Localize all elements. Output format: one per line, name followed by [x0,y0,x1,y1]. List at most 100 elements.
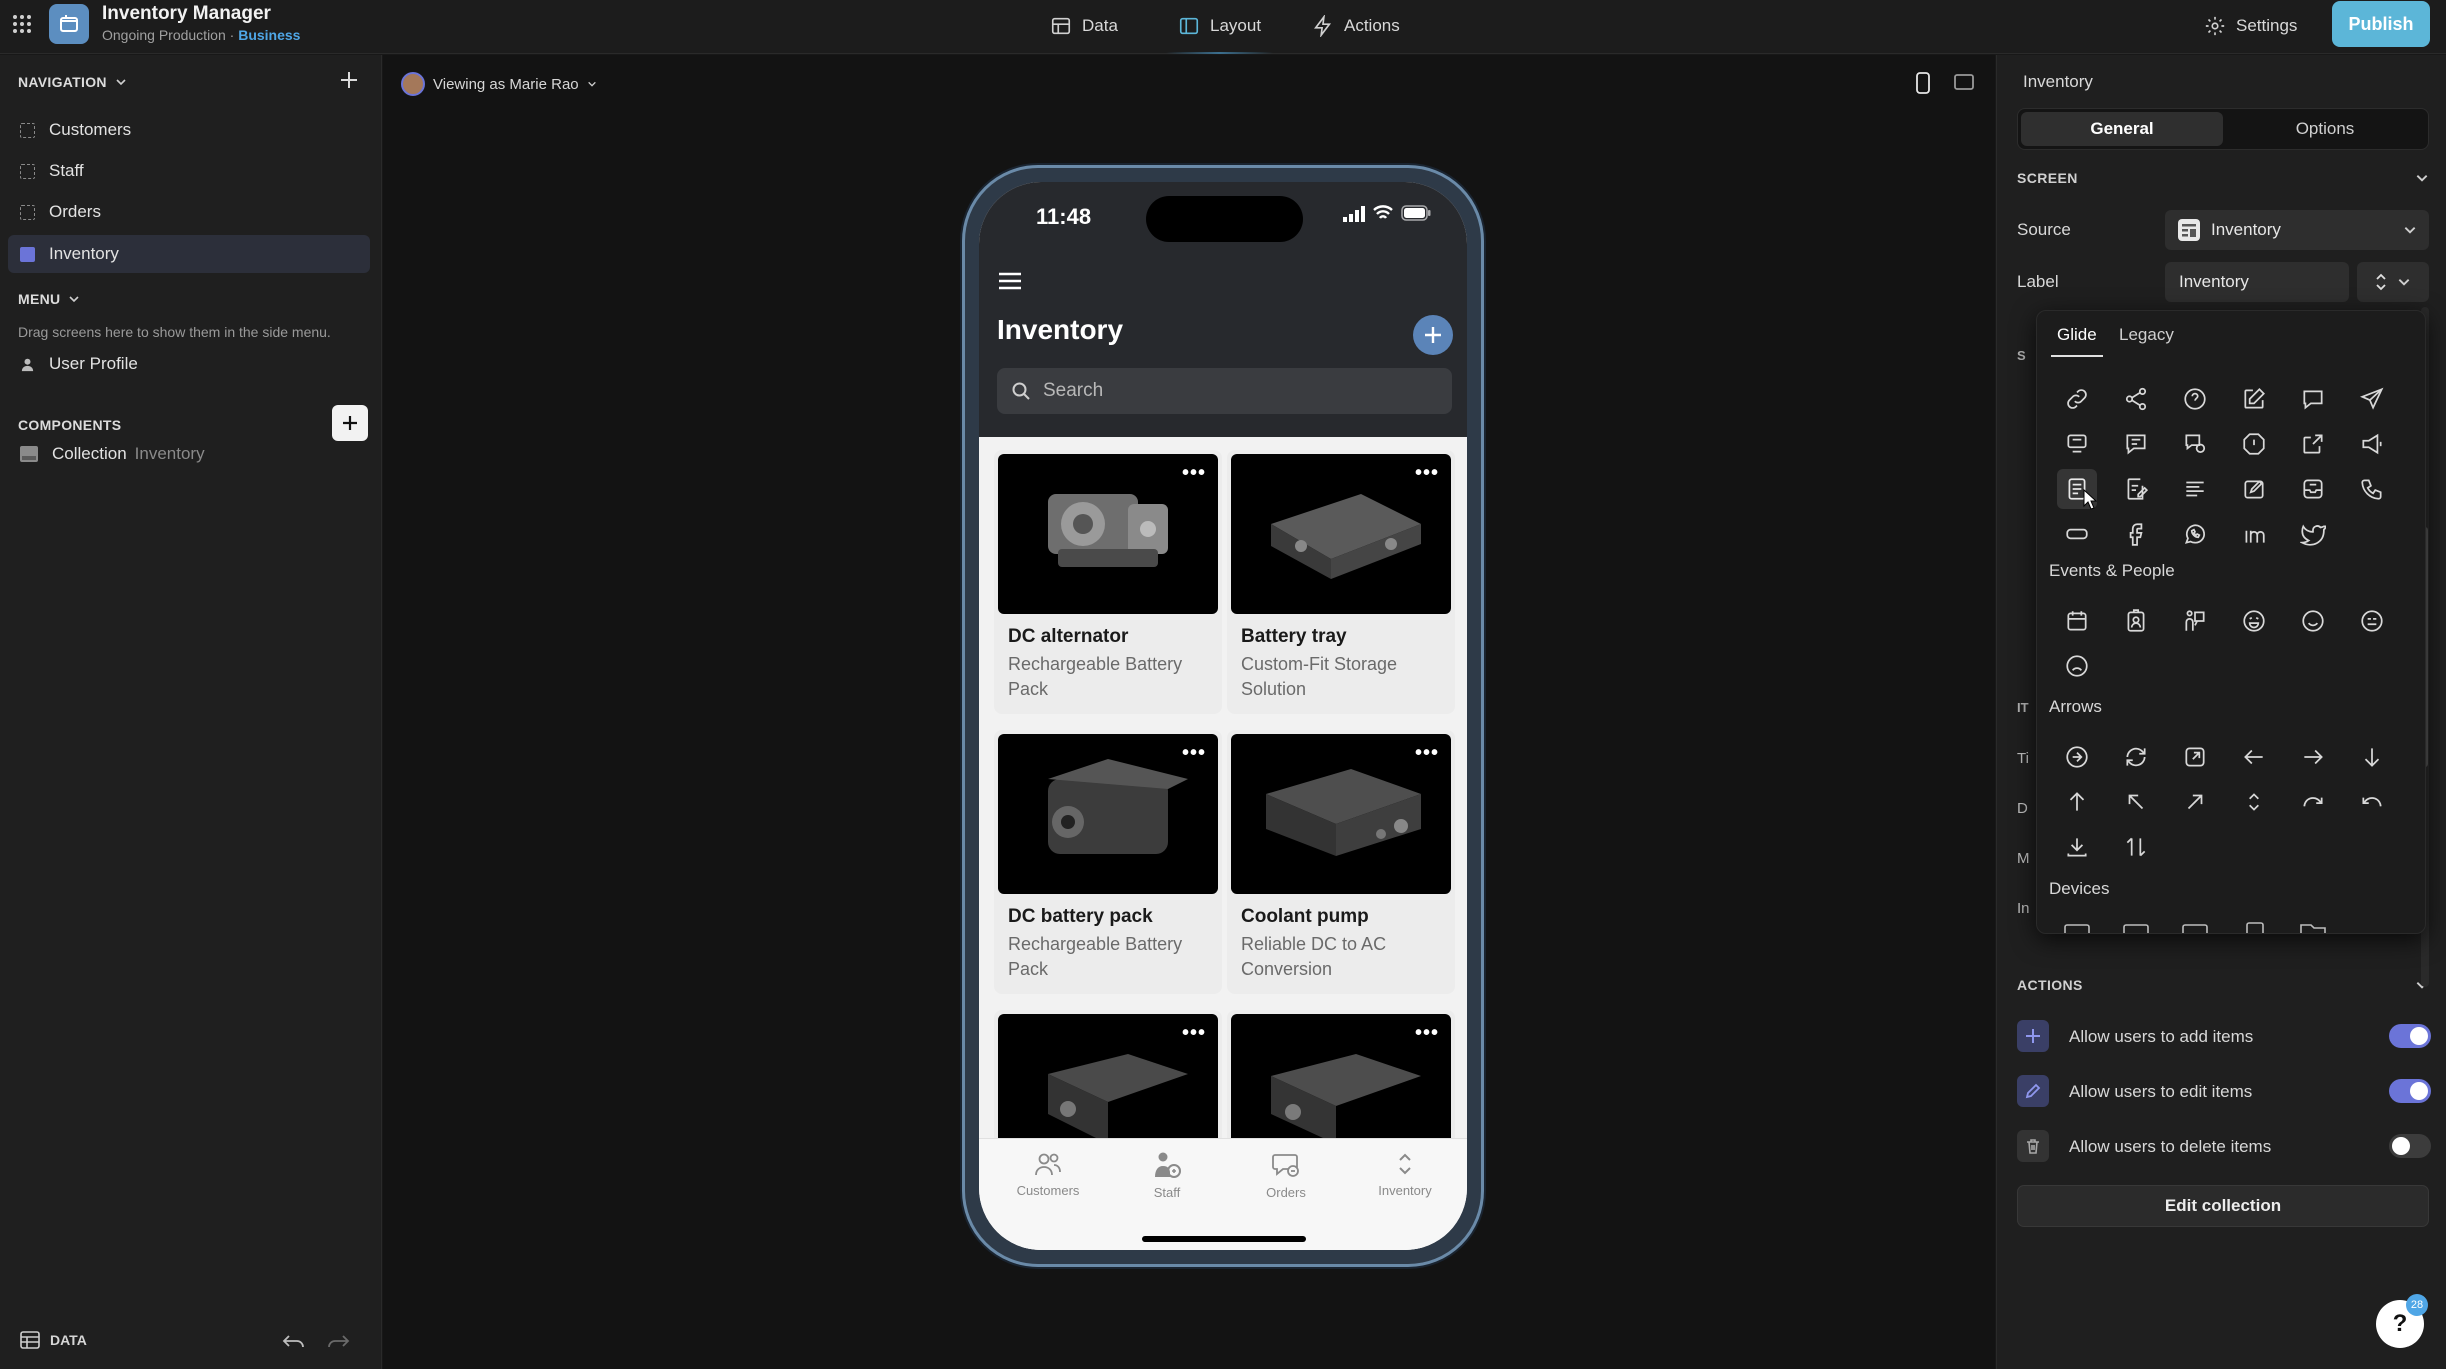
emoji-smile-icon[interactable] [2293,601,2333,641]
viewing-as-selector[interactable]: Viewing as Marie Rao [401,72,597,96]
apps-grid-icon[interactable] [12,14,32,34]
menu-section-header[interactable]: MENU [18,291,80,307]
document-edit-icon[interactable] [2116,469,2156,509]
share-icon[interactable] [2116,379,2156,419]
phone-tab-staff[interactable]: Staff [1117,1151,1217,1200]
toggle-delete-items[interactable] [2389,1134,2431,1158]
text-field-icon[interactable] [2057,514,2097,554]
more-icon[interactable]: ••• [1182,462,1206,485]
inventory-card[interactable]: ••• Coolant pump Reliable DC to AC Conve… [1227,730,1455,994]
undo-button[interactable] [282,1333,306,1349]
chevron-down-icon[interactable] [2415,171,2429,185]
tab-layout[interactable]: Layout [1165,10,1274,54]
redo-arrow-icon[interactable] [2293,782,2333,822]
sort-icon [1399,1153,1411,1175]
inbox-icon[interactable] [2293,469,2333,509]
edit-square-icon[interactable] [2234,379,2274,419]
arrow-up-icon[interactable] [2057,782,2097,822]
arrow-down-icon[interactable] [2352,737,2392,777]
person-board-icon[interactable] [2175,601,2215,641]
external-link-icon[interactable] [2175,737,2215,777]
swap-vertical-icon[interactable] [2116,827,2156,867]
twitter-icon[interactable] [2293,514,2333,554]
arrow-circle-right-icon[interactable] [2057,737,2097,777]
label-icon-picker-button[interactable] [2357,262,2429,302]
publish-button[interactable]: Publish [2332,1,2430,47]
tab-data[interactable]: Data [1050,10,1118,42]
message-icon[interactable] [2293,379,2333,419]
sidebar-item-inventory[interactable]: Inventory [8,235,370,273]
hamburger-menu-icon[interactable] [997,270,1023,292]
chat-settings-icon[interactable] [2175,424,2215,464]
component-collection[interactable]: Collection Inventory [8,435,370,473]
tab-general[interactable]: General [2021,112,2223,146]
sidebar-item-orders[interactable]: Orders [8,193,370,231]
linkedin-icon[interactable] [2234,514,2274,554]
sidebar-item-staff[interactable]: Staff [8,152,370,190]
arrow-right-icon[interactable] [2293,737,2333,777]
tablet-preview-toggle[interactable] [1953,73,1975,91]
chevron-down-icon [2404,227,2416,234]
chevron-updown-icon[interactable] [2234,782,2274,822]
share-box-icon[interactable] [2293,424,2333,464]
settings-button[interactable]: Settings [2204,10,2297,42]
arrow-left-icon[interactable] [2234,737,2274,777]
toggle-edit-items[interactable] [2389,1079,2431,1103]
picker-tab-legacy[interactable]: Legacy [2119,325,2174,345]
add-item-button[interactable] [1413,315,1453,355]
arrow-up-right-icon[interactable] [2175,782,2215,822]
download-icon[interactable] [2057,827,2097,867]
sidebar-item-user-profile[interactable]: User Profile [8,345,370,383]
redo-button[interactable] [326,1333,350,1349]
source-select[interactable]: Inventory [2165,210,2429,250]
more-icon[interactable]: ••• [1182,742,1206,765]
whatsapp-icon[interactable] [2175,514,2215,554]
label-input[interactable]: Inventory [2165,262,2349,302]
edit-collection-button[interactable]: Edit collection [2017,1185,2429,1227]
more-icon[interactable]: ••• [1415,462,1439,485]
card-subtitle: Custom-Fit Storage Solution [1241,654,1398,699]
phone-tab-inventory[interactable]: Inventory [1355,1151,1455,1198]
send-icon[interactable] [2352,379,2392,419]
align-left-icon[interactable] [2175,469,2215,509]
megaphone-icon[interactable] [2352,424,2392,464]
phone-call-icon[interactable] [2352,469,2392,509]
add-screen-button[interactable] [338,69,360,91]
calendar-icon[interactable] [2057,601,2097,641]
more-icon[interactable]: ••• [1415,1022,1439,1045]
undo-arrow-icon[interactable] [2352,782,2392,822]
phone-tab-customers[interactable]: Customers [998,1151,1098,1198]
more-icon[interactable]: ••• [1182,1022,1206,1045]
chat-lines-icon[interactable] [2116,424,2156,464]
tab-options[interactable]: Options [2224,112,2426,146]
action-label: Allow users to delete items [2069,1137,2272,1156]
emoji-laugh-icon[interactable] [2234,601,2274,641]
picker-tab-glide[interactable]: Glide [2057,325,2097,345]
arrow-up-left-icon[interactable] [2116,782,2156,822]
facebook-icon[interactable] [2116,514,2156,554]
picker-tab-underline [2051,355,2103,357]
id-badge-icon[interactable] [2116,601,2156,641]
emoji-neutral-icon[interactable] [2352,601,2392,641]
inventory-card[interactable]: ••• DC alternator Rechargeable Battery P… [994,450,1222,714]
note-edit-icon[interactable] [2234,469,2274,509]
inventory-card[interactable]: ••• Battery tray Custom-Fit Storage Solu… [1227,450,1455,714]
emoji-sad-icon[interactable] [2057,646,2097,686]
phone-tab-orders[interactable]: Orders [1236,1151,1336,1200]
redo-icon [328,1335,350,1348]
search-input[interactable]: Search [997,368,1452,414]
toggle-add-items[interactable] [2389,1024,2431,1048]
navigation-section-header[interactable]: NAVIGATION [18,74,127,90]
refresh-icon[interactable] [2116,737,2156,777]
comment-box-icon[interactable] [2057,424,2097,464]
alert-octagon-icon[interactable] [2234,424,2274,464]
help-circle-icon[interactable] [2175,379,2215,419]
app-logo[interactable] [49,4,89,44]
inventory-card[interactable]: ••• DC battery pack Rechargeable Battery… [994,730,1222,994]
data-footer-button[interactable]: DATA [20,1331,87,1349]
link-icon[interactable] [2057,379,2097,419]
sidebar-item-customers[interactable]: Customers [8,111,370,149]
phone-preview-toggle[interactable] [1915,71,1931,95]
more-icon[interactable]: ••• [1415,742,1439,765]
tab-actions[interactable]: Actions [1312,10,1400,42]
